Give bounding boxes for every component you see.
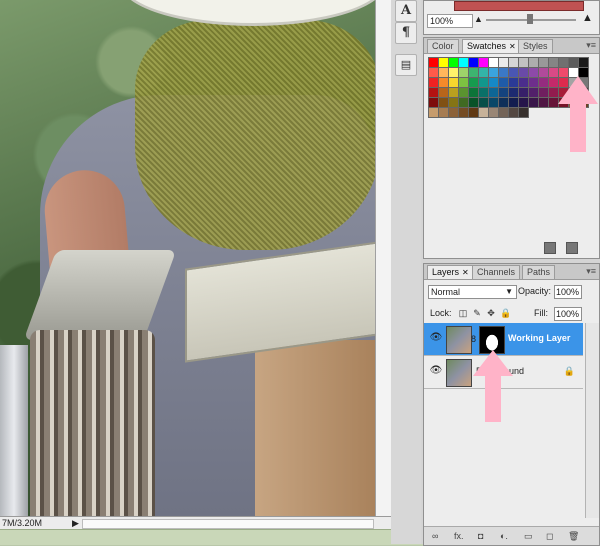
lock-image-icon[interactable]: ✎ xyxy=(472,308,482,318)
tab-paths[interactable]: Paths xyxy=(522,265,556,279)
swatches-panel-tabs: Color Swatches ✕ Styles ▾≡ xyxy=(424,38,599,54)
zoom-slider-knob[interactable] xyxy=(527,14,533,24)
fill-field[interactable]: 100% xyxy=(554,307,582,321)
zoom-in-icon[interactable]: ▲ xyxy=(582,12,593,24)
lock-position-icon[interactable]: ✥ xyxy=(486,308,496,318)
notes-panel-icon[interactable]: ▤ xyxy=(395,54,417,76)
layer-thumbnail xyxy=(446,359,472,387)
navigator-panel: 100% ▲ ▲ xyxy=(423,0,600,35)
photo-smoker-handle xyxy=(0,345,28,516)
link-layers-icon[interactable]: ∞ xyxy=(432,531,438,541)
photo-bee-veil xyxy=(135,20,375,250)
photo-bee-smoker xyxy=(30,330,155,516)
opacity-field[interactable]: 100% xyxy=(554,285,582,299)
layers-panel-tabs: Layers ✕ Channels Paths ▾≡ xyxy=(424,264,599,280)
layer-style-icon[interactable]: fx. xyxy=(454,531,464,541)
canvas-status-bar: 7M/3.20M ▶ xyxy=(0,516,391,529)
lock-icon: 🔒 xyxy=(563,366,575,376)
canvas-horizontal-scrollbar[interactable] xyxy=(82,519,374,529)
zoom-out-icon[interactable]: ▲ xyxy=(474,14,483,24)
panel-menu-icon[interactable]: ▾≡ xyxy=(586,266,596,277)
pointer-arrow-icon xyxy=(473,350,513,422)
new-layer-icon[interactable]: ◻ xyxy=(546,531,553,542)
add-mask-icon[interactable]: ◘ xyxy=(478,531,483,541)
trash-icon[interactable]: 🗑 xyxy=(568,531,579,542)
navigator-thumbnail[interactable] xyxy=(454,1,584,11)
layers-vertical-scrollbar[interactable] xyxy=(585,323,599,518)
close-icon[interactable]: ✕ xyxy=(462,268,469,277)
photo-hive-wood xyxy=(255,340,375,516)
color-swatch[interactable] xyxy=(518,107,529,118)
tab-color[interactable]: Color xyxy=(427,39,459,53)
lock-transparent-icon[interactable]: ◫ xyxy=(458,308,468,318)
close-icon[interactable]: ✕ xyxy=(509,42,516,51)
tab-styles[interactable]: Styles xyxy=(518,39,553,53)
tab-color-label: Color xyxy=(432,41,454,51)
lock-label: Lock: xyxy=(430,308,452,318)
panel-menu-icon[interactable]: ▾≡ xyxy=(586,40,596,51)
lock-all-icon[interactable]: 🔒 xyxy=(500,308,511,318)
new-swatch-icon[interactable] xyxy=(544,242,556,254)
layer-name: Working Layer xyxy=(508,333,571,343)
panel-icon-strip: A ¶ ▤ xyxy=(391,0,422,544)
tab-channels-label: Channels xyxy=(477,267,516,277)
adjustment-layer-icon[interactable]: ◐. xyxy=(500,531,508,541)
paragraph-panel-icon[interactable]: ¶ xyxy=(395,22,417,44)
link-chain-icon[interactable]: 8 xyxy=(471,334,476,344)
navigator-zoom-field[interactable]: 100% xyxy=(427,14,473,28)
tab-swatches-label: Swatches xyxy=(467,41,507,51)
new-group-icon[interactable]: ▭ xyxy=(524,531,533,542)
trash-icon[interactable] xyxy=(566,242,578,254)
tab-layers-label: Layers xyxy=(432,267,460,277)
tab-styles-label: Styles xyxy=(523,41,548,51)
document-size-readout: 7M/3.20M xyxy=(2,518,43,528)
tab-paths-label: Paths xyxy=(527,267,551,277)
layers-footer: ∞ fx. ◘ ◐. ▭ ◻ 🗑 xyxy=(424,526,599,545)
status-menu-arrow-icon[interactable]: ▶ xyxy=(72,517,79,529)
fill-label: Fill: xyxy=(534,308,548,318)
chevron-down-icon: ▼ xyxy=(505,287,513,296)
blend-mode-value: Normal xyxy=(431,287,461,297)
tab-channels[interactable]: Channels xyxy=(472,265,521,279)
tab-layers[interactable]: Layers ✕ xyxy=(427,265,474,279)
pointer-arrow-icon xyxy=(558,76,598,152)
character-panel-icon[interactable]: A xyxy=(395,0,417,22)
layer-thumbnail xyxy=(446,326,472,354)
swatches-footer xyxy=(424,242,599,256)
blend-mode-select[interactable]: Normal ▼ xyxy=(428,285,517,299)
tab-swatches[interactable]: Swatches ✕ xyxy=(462,39,521,53)
eye-icon[interactable]: 👁 xyxy=(429,333,443,343)
document-canvas[interactable] xyxy=(0,0,375,516)
opacity-label: Opacity: xyxy=(518,286,552,296)
eye-icon[interactable]: 👁 xyxy=(429,366,443,376)
